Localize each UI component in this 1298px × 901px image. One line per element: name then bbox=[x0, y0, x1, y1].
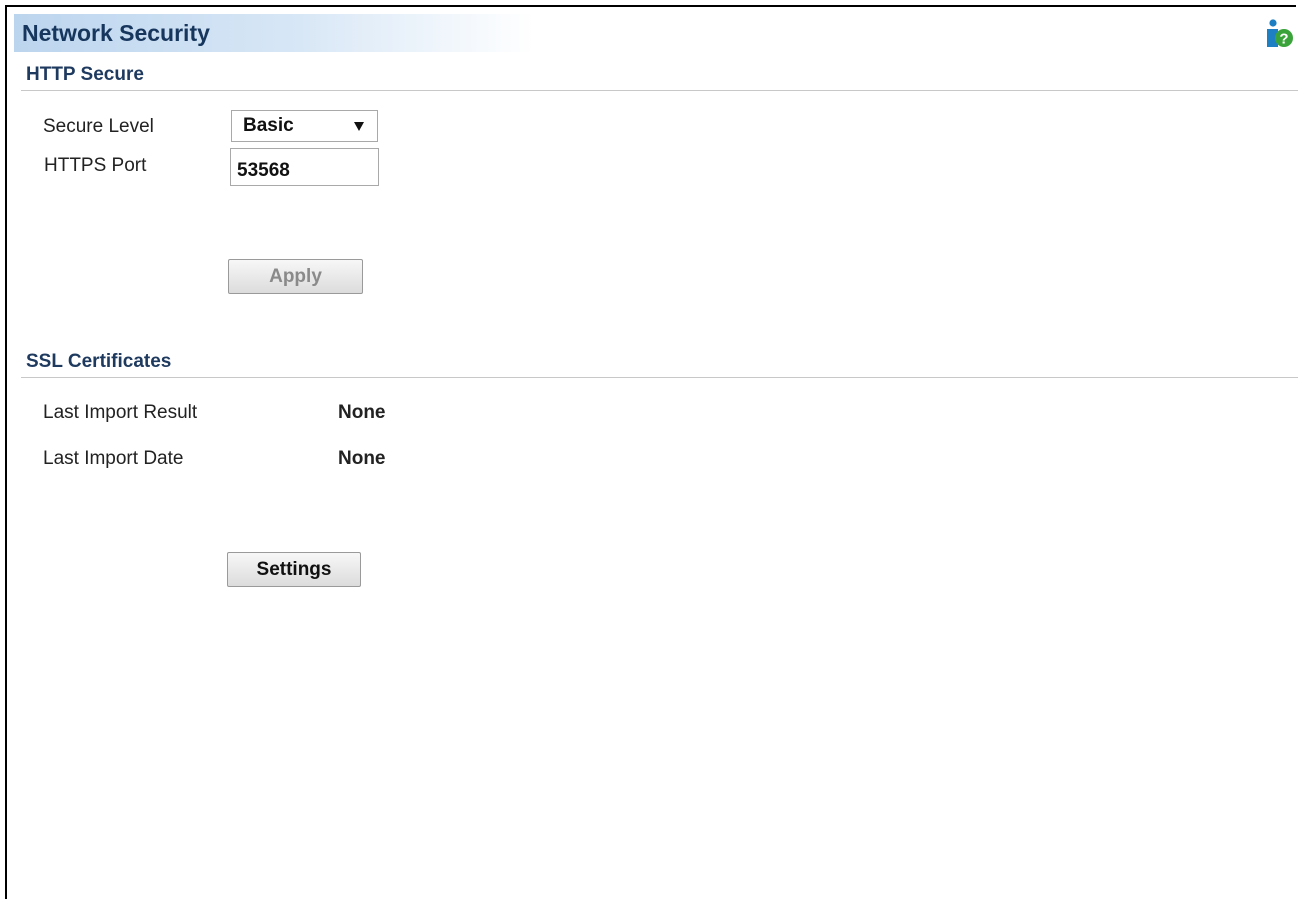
last-import-date-value: None bbox=[338, 448, 386, 469]
help-icon[interactable]: ? bbox=[1264, 18, 1296, 50]
https-port-label: HTTPS Port bbox=[44, 155, 147, 176]
last-import-date-label: Last Import Date bbox=[43, 448, 184, 469]
section-title-http-secure: HTTP Secure bbox=[26, 64, 144, 85]
section-title-ssl-certificates: SSL Certificates bbox=[26, 351, 172, 372]
page-title: Network Security bbox=[22, 20, 210, 46]
last-import-result-value: None bbox=[338, 402, 386, 423]
secure-level-select[interactable]: Basic bbox=[231, 110, 378, 142]
secure-level-value: Basic bbox=[243, 115, 294, 136]
svg-text:?: ? bbox=[1279, 31, 1288, 48]
dropdown-arrow-icon bbox=[354, 121, 364, 131]
section-divider bbox=[21, 90, 1298, 91]
last-import-result-label: Last Import Result bbox=[43, 402, 198, 423]
content-frame bbox=[5, 5, 1296, 899]
secure-level-label: Secure Level bbox=[43, 116, 154, 137]
apply-button[interactable]: Apply bbox=[228, 259, 363, 294]
https-port-input[interactable] bbox=[230, 148, 379, 186]
settings-button[interactable]: Settings bbox=[227, 552, 361, 587]
section-divider bbox=[21, 377, 1298, 378]
